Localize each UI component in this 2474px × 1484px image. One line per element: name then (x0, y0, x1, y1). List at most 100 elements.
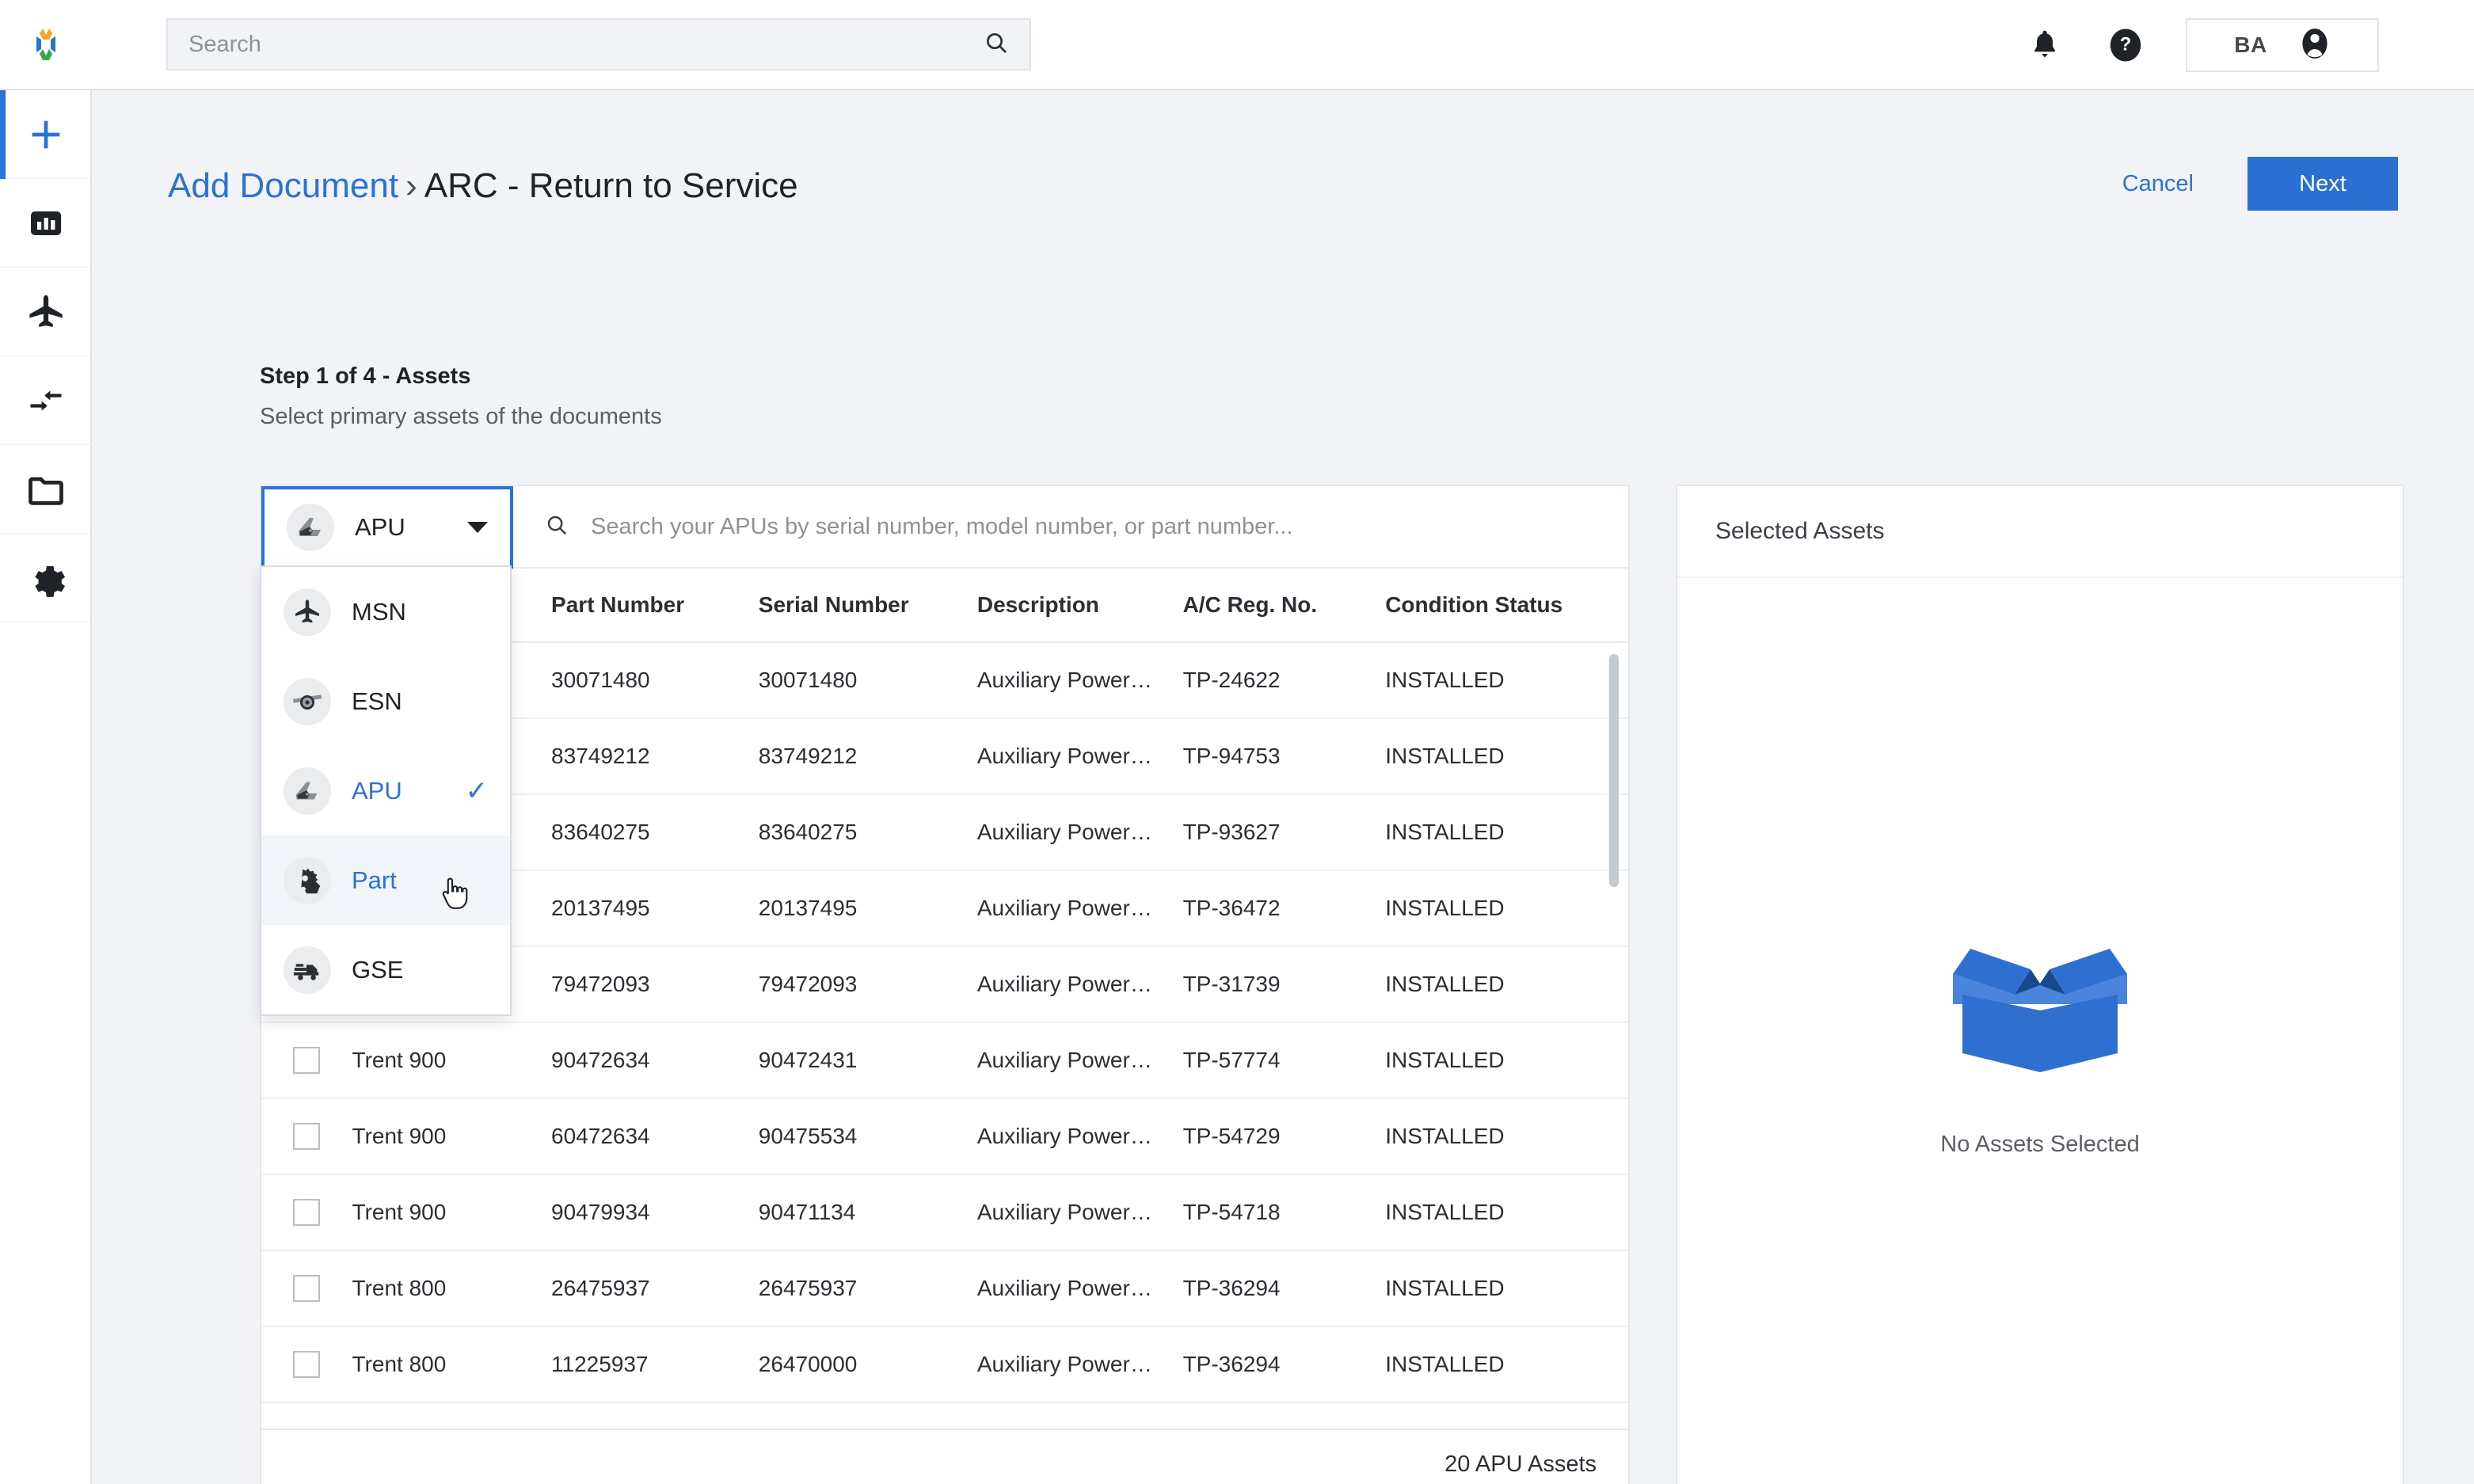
table-row[interactable]: Trent 800 26475937 26475937 Auxiliary Power… (261, 1250, 1628, 1327)
asset-table-toolbar: APU (261, 486, 1628, 569)
cell-serial: 79472093 (758, 946, 977, 1023)
cell-part: 90472634 (551, 1022, 759, 1099)
sidebar-item-settings[interactable] (0, 534, 92, 622)
cell-model: Trent 800 (352, 1250, 552, 1327)
column-header-condition[interactable]: Condition Status (1385, 569, 1628, 643)
cell-part: 11225937 (551, 1326, 759, 1403)
dropdown-item-apu[interactable]: APU ✓ (261, 746, 510, 835)
notifications-bell-icon[interactable] (2024, 25, 2065, 66)
column-header-serial[interactable]: Serial Number (758, 569, 977, 643)
cell-description: Auxiliary Power… (976, 794, 1183, 871)
help-icon[interactable]: ? (2105, 25, 2146, 66)
global-search[interactable] (166, 18, 1031, 70)
asset-type-select[interactable]: APU (261, 486, 513, 569)
cell-serial: 26475937 (758, 1250, 977, 1327)
page-header-actions: Cancel Next (2114, 157, 2398, 211)
dropdown-item-label: APU (352, 776, 402, 805)
user-menu[interactable]: BA (2186, 18, 2379, 72)
cell-part: 83640275 (551, 794, 759, 871)
search-icon[interactable] (984, 30, 1009, 59)
next-button[interactable]: Next (2248, 157, 2398, 211)
left-nav-rail (0, 90, 92, 1484)
asset-search[interactable] (513, 486, 1628, 567)
asset-table-footer: 20 APU Assets (261, 1429, 1628, 1484)
page-body: Add Document › ARC - Return to Service Can… (92, 90, 2474, 1484)
company-logo[interactable] (0, 24, 92, 65)
asset-count-label: 20 APU Assets (1444, 1451, 1597, 1477)
row-checkbox[interactable] (293, 1199, 320, 1226)
dropdown-item-msn[interactable]: MSN (261, 567, 510, 656)
column-header-part[interactable]: Part Number (551, 569, 759, 643)
cell-condition: INSTALLED (1385, 1326, 1628, 1403)
asset-search-input[interactable] (591, 513, 1597, 540)
cell-condition: INSTALLED (1385, 1250, 1628, 1327)
breadcrumb-separator: › (405, 166, 417, 205)
step-title: Step 1 of 4 - Assets (260, 363, 471, 389)
table-row[interactable]: Trent 800 11225937 26470000 Auxiliary Power… (261, 1326, 1628, 1403)
cell-description: Auxiliary Power… (976, 1022, 1183, 1099)
cell-reg: TP-57774 (1182, 1022, 1386, 1099)
row-checkbox[interactable] (293, 1123, 320, 1150)
sidebar-item-fleet[interactable] (0, 268, 92, 356)
sidebar-item-documents[interactable] (0, 445, 92, 534)
row-checkbox[interactable] (293, 1047, 320, 1074)
row-checkbox-cell[interactable] (261, 1326, 352, 1403)
top-bar: ? BA (0, 0, 2474, 90)
gear-icon (35, 565, 66, 597)
gse-truck-icon (284, 946, 331, 994)
sidebar-item-add[interactable] (0, 90, 92, 179)
table-row[interactable]: Trent 900 90479934 90471134 Auxiliary Power… (261, 1174, 1628, 1251)
selected-assets-header: Selected Assets (1677, 486, 2403, 578)
breadcrumb-add-document[interactable]: Add Document (168, 166, 398, 205)
table-row[interactable]: Trent 900 90472634 90472431 Auxiliary Power… (261, 1022, 1628, 1099)
sidebar-item-transfers[interactable] (0, 356, 92, 445)
part-gear-icon (284, 856, 331, 904)
cancel-button[interactable]: Cancel (2114, 163, 2202, 205)
cell-description: Auxiliary Power… (976, 1098, 1183, 1175)
mouse-cursor-icon (439, 877, 470, 913)
cell-condition: INSTALLED (1385, 718, 1628, 795)
empty-box-icon (1929, 917, 2151, 1087)
sidebar-item-dashboard[interactable] (0, 179, 92, 268)
app-root: ? BA (0, 0, 2474, 1484)
row-checkbox-cell[interactable] (261, 1250, 352, 1327)
table-scrollbar[interactable] (1609, 654, 1619, 1367)
cell-serial: 30071480 (758, 643, 977, 719)
cell-description: Auxiliary Power… (976, 946, 1183, 1023)
cell-reg: TP-94753 (1182, 718, 1386, 795)
cell-condition: INSTALLED (1385, 870, 1628, 947)
table-scrollbar-thumb[interactable] (1609, 654, 1619, 887)
row-checkbox-cell[interactable] (261, 1174, 352, 1251)
cell-reg: TP-36472 (1182, 870, 1386, 947)
dropdown-item-part[interactable]: Part (261, 835, 510, 925)
row-checkbox[interactable] (293, 1275, 320, 1302)
cell-reg: TP-36294 (1182, 1326, 1386, 1403)
asset-type-dropdown-menu[interactable]: MSN ESN APU ✓ Part GSE (260, 565, 512, 1016)
dropdown-item-esn[interactable]: ESN (261, 656, 510, 746)
selected-assets-empty-state: No Assets Selected (1677, 578, 2403, 1484)
row-checkbox-cell[interactable] (261, 1022, 352, 1099)
dropdown-item-gse[interactable]: GSE (261, 925, 510, 1014)
user-initials: BA (2234, 32, 2267, 57)
search-input[interactable] (188, 31, 984, 58)
column-header-reg[interactable]: A/C Reg. No. (1182, 569, 1386, 643)
airplane-icon (29, 295, 63, 327)
cell-model: Trent 900 (352, 1174, 552, 1251)
logo-icon (36, 29, 55, 60)
empty-state-caption: No Assets Selected (1940, 1132, 2140, 1157)
cell-reg: TP-54729 (1182, 1098, 1386, 1175)
cell-condition: INSTALLED (1385, 1022, 1628, 1099)
cell-part: 26475937 (551, 1250, 759, 1327)
column-header-description[interactable]: Description (976, 569, 1183, 643)
apu-tail-icon (284, 767, 331, 815)
table-row[interactable]: Trent 900 60472634 90475534 Auxiliary Power… (261, 1098, 1628, 1175)
cell-condition: INSTALLED (1385, 946, 1628, 1023)
cell-condition: INSTALLED (1385, 794, 1628, 871)
cell-part: 20137495 (551, 870, 759, 947)
selected-assets-card: Selected Assets No Assets Selected (1676, 485, 2404, 1484)
transfer-arrows-icon (30, 390, 62, 411)
cell-description: Auxiliary Power… (976, 643, 1183, 719)
cell-part: 30071480 (551, 643, 759, 719)
row-checkbox[interactable] (293, 1351, 320, 1378)
row-checkbox-cell[interactable] (261, 1098, 352, 1175)
